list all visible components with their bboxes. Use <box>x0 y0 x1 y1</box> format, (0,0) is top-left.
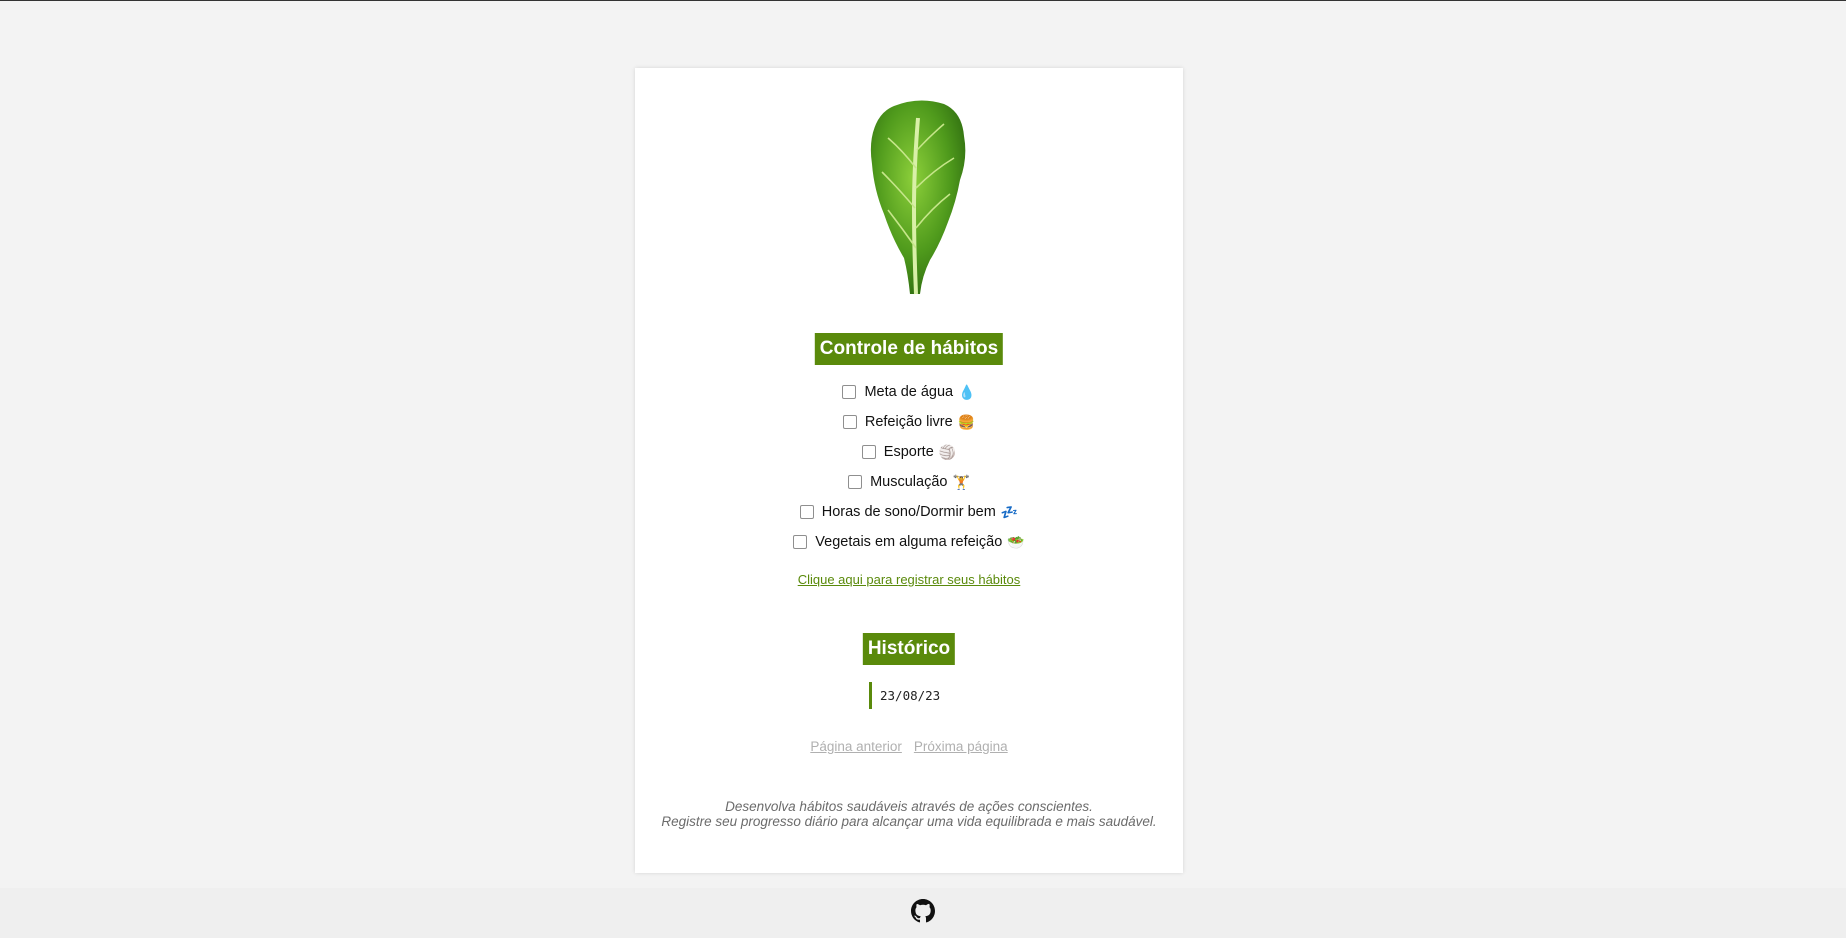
habit-item-vegetables: Vegetais em alguma refeição 🥗 <box>635 527 1183 557</box>
habit-item-sleep: Horas de sono/Dormir bem 💤 <box>635 497 1183 527</box>
history-title: Histórico <box>862 633 956 665</box>
habit-item-sport: Esporte 🏐 <box>635 437 1183 467</box>
habit-checkbox[interactable] <box>848 475 863 489</box>
habit-checkbox[interactable] <box>793 535 808 549</box>
habit-label: Horas de sono/Dormir bem <box>821 504 996 520</box>
github-icon[interactable] <box>911 898 935 928</box>
bottom-bar <box>0 888 1846 938</box>
previous-page-link[interactable]: Página anterior <box>810 739 902 754</box>
lettuce-leaf-logo <box>864 98 974 298</box>
main-card: Controle de hábitos Meta de água 💧 Refei… <box>635 68 1183 873</box>
pagination: Página anterior Próxima página <box>635 739 1183 754</box>
salad-icon: 🥗 <box>1007 533 1025 550</box>
volleyball-icon: 🏐 <box>938 443 957 460</box>
habit-label: Musculação <box>870 474 948 490</box>
habit-checkbox[interactable] <box>842 385 857 399</box>
tagline-line-2: Registre seu progresso diário para alcan… <box>661 814 1157 829</box>
page-title: Controle de hábitos <box>814 333 1004 365</box>
habit-item-weights: Musculação 🏋 <box>635 467 1183 497</box>
tagline-line-1: Desenvolva hábitos saudáveis através de … <box>725 799 1093 814</box>
tagline: Desenvolva hábitos saudáveis através de … <box>635 799 1183 829</box>
next-page-link[interactable]: Próxima página <box>914 739 1008 754</box>
habit-label: Esporte <box>883 444 934 460</box>
habit-checkbox[interactable] <box>799 505 814 519</box>
habit-item-free-meal: Refeição livre 🍔 <box>635 407 1183 437</box>
habit-label: Vegetais em alguma refeição <box>815 534 1003 550</box>
zzz-sleep-icon: 💤 <box>1000 503 1019 520</box>
history-entry[interactable]: 23/08/23 <box>869 682 940 709</box>
habit-label: Meta de água <box>864 384 954 400</box>
habit-checkbox[interactable] <box>861 445 876 459</box>
habit-item-water: Meta de água 💧 <box>635 377 1183 407</box>
habit-checkbox[interactable] <box>842 415 857 429</box>
habit-label: Refeição livre <box>864 414 953 430</box>
burger-icon: 🍔 <box>957 413 976 430</box>
habit-list: Meta de água 💧 Refeição livre 🍔 Esporte … <box>635 377 1183 557</box>
water-drop-icon: 💧 <box>958 383 976 400</box>
weightlifter-icon: 🏋 <box>952 473 970 490</box>
register-habits-link[interactable]: Clique aqui para registrar seus hábitos <box>635 572 1183 587</box>
